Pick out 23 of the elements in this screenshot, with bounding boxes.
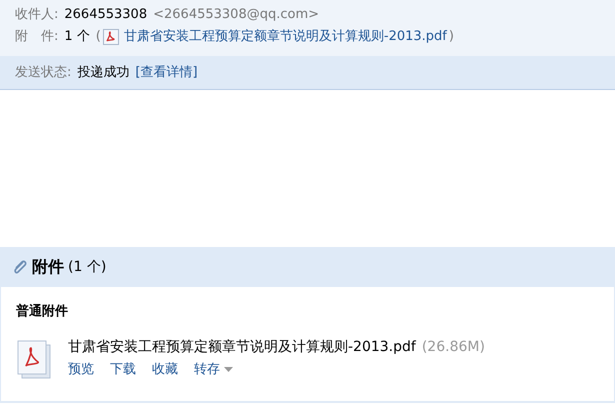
file-action-link[interactable]: 收藏	[152, 360, 178, 379]
recipient-label: 收件人:	[15, 6, 58, 24]
save-to-dropdown[interactable]: 转存	[194, 360, 233, 379]
recipient-name: 2664553308	[64, 6, 148, 24]
attachments-count: (1 个)	[68, 258, 106, 276]
file-action-link[interactable]: 预览	[68, 360, 94, 379]
file-action-link[interactable]: 下载	[110, 360, 136, 379]
attachment-link[interactable]: 甘肃省安装工程预算定额章节说明及计算规则-2013.pdf	[124, 27, 447, 47]
caret-icon	[224, 366, 233, 372]
attachment-count: 1 个	[64, 28, 90, 46]
pdf-file-icon	[102, 29, 119, 45]
paperclip-icon	[12, 258, 28, 276]
close-paren: )	[448, 28, 454, 46]
open-paren: (	[96, 28, 101, 46]
status-value: 投递成功	[77, 64, 130, 82]
details-link[interactable]: [查看详情]	[135, 62, 198, 82]
group-title: 普通附件	[16, 302, 69, 321]
status-label: 发送状态:	[15, 64, 72, 82]
attachment-label: 附 件:	[15, 28, 58, 46]
file-name: 甘肃省安装工程预算定额章节说明及计算规则-2013.pdf	[68, 338, 416, 356]
recipient-email: <2664553308@qq.com>	[153, 6, 320, 24]
file-size: (26.86M)	[422, 338, 485, 356]
attachments-title: 附件	[32, 256, 64, 278]
